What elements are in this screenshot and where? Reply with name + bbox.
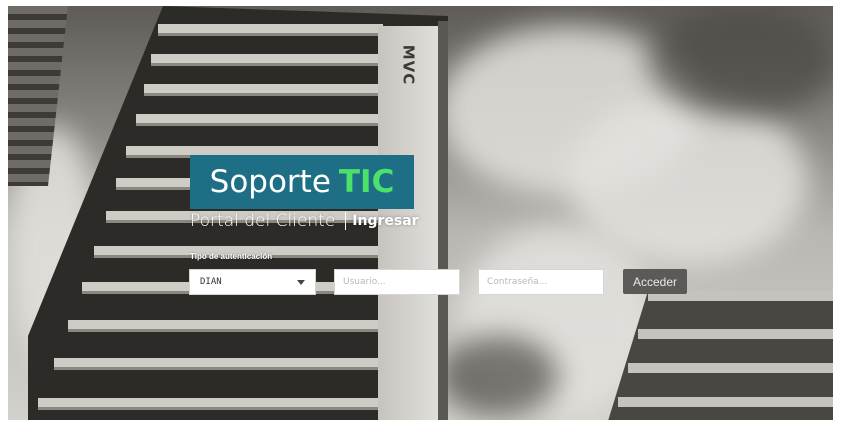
acceder-button[interactable]: Acceder: [623, 269, 687, 294]
floor-slab: [54, 358, 383, 367]
subtitle-text: Portal del Cliente: [190, 211, 336, 231]
floor-slab: [126, 146, 383, 155]
auth-type-select[interactable]: DIAN: [189, 269, 316, 295]
password-input[interactable]: [478, 269, 604, 295]
building-band: [618, 397, 833, 407]
floor-slab: [136, 114, 383, 123]
brand-logo: Soporte TIC: [190, 155, 414, 209]
cloud: [648, 6, 833, 116]
username-input[interactable]: [334, 269, 460, 295]
auth-type-value: DIAN: [200, 277, 222, 287]
building-band: [628, 363, 833, 373]
floor-slab: [38, 398, 383, 407]
building-band: [638, 329, 833, 339]
ingresar-link[interactable]: Ingresar: [352, 213, 418, 229]
floor-slab: [151, 54, 383, 63]
brand-highlight: TIC: [338, 164, 395, 200]
floor-slab: [144, 84, 383, 93]
cloud: [438, 336, 558, 416]
caret-down-icon: [297, 279, 305, 285]
subtitle-divider: [345, 212, 347, 230]
building-sign: MVC: [399, 44, 418, 86]
floor-slab: [68, 320, 383, 329]
portal-subtitle: Portal del Cliente Ingresar: [190, 211, 419, 231]
auth-type-label: Tipo de autenticación: [190, 252, 273, 261]
floor-slab: [158, 24, 383, 33]
brand-name: Soporte: [209, 164, 331, 200]
background-photo: MVC: [8, 6, 833, 420]
